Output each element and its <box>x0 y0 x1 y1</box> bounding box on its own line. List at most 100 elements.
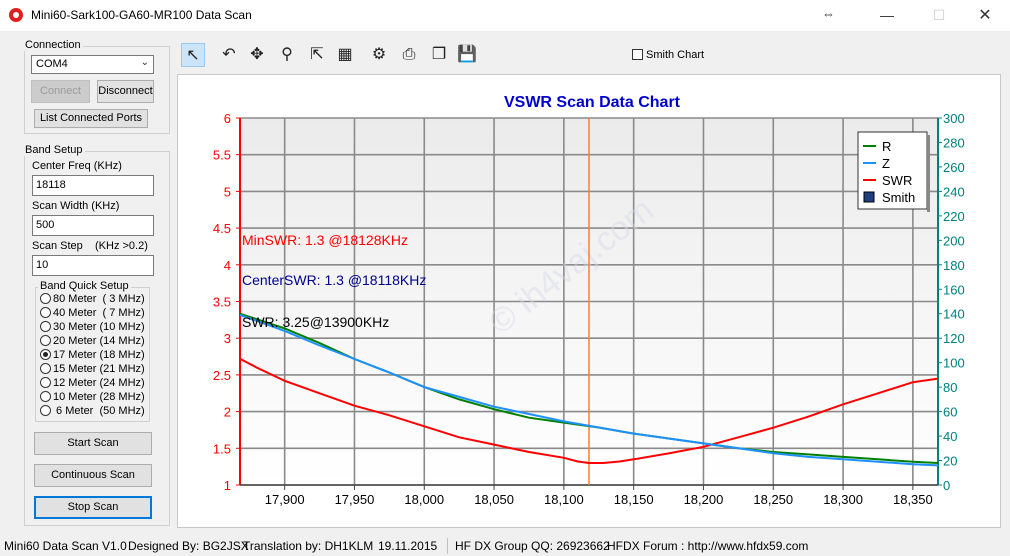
disconnect-button[interactable]: Disconnect <box>97 80 154 103</box>
radio-button-icon[interactable] <box>40 335 51 346</box>
legend-label: Smith <box>882 190 915 205</box>
band-radio[interactable]: 6 Meter (50 MHz) <box>40 405 145 419</box>
close-button[interactable]: ✕ <box>962 0 1008 31</box>
status-qq: HF DX Group QQ: 26923662 <box>455 539 610 553</box>
legend-label: SWR <box>882 173 912 188</box>
title-bar: Mini60-Sark100-GA60-MR100 Data Scan ⇔ — … <box>0 0 1010 31</box>
y-left-tick-label: 1.5 <box>213 441 231 456</box>
band-radio[interactable]: 20 Meter (14 MHz) <box>40 335 145 349</box>
connect-button[interactable]: Connect <box>31 80 90 103</box>
x-tick-label: 18,050 <box>474 492 514 507</box>
y-left-tick-label: 3 <box>224 331 231 346</box>
y-left-tick-label: 5.5 <box>213 148 231 163</box>
y-left-tick-label: 4 <box>224 258 231 273</box>
band-radio-label: 10 Meter (28 MHz) <box>53 391 145 403</box>
y-left-tick-label: 1 <box>224 478 231 493</box>
x-tick-label: 17,950 <box>335 492 375 507</box>
minimize-button[interactable]: — <box>864 0 910 31</box>
print-icon[interactable]: ⎙ <box>397 43 421 67</box>
band-radio-label: 30 Meter (10 MHz) <box>53 321 145 333</box>
annotation-text: MinSWR: 1.3 @18128KHz <box>242 232 408 248</box>
export-image-icon[interactable]: ⇱ <box>305 43 329 67</box>
y-right-tick-label: 40 <box>943 429 957 444</box>
y-right-tick-label: 260 <box>943 160 965 175</box>
band-radio[interactable]: 15 Meter (21 MHz) <box>40 363 145 377</box>
stop-scan-button[interactable]: Stop Scan <box>34 496 152 519</box>
maximize-button[interactable]: ☐ <box>916 0 962 31</box>
resize-icon[interactable]: ⇔ <box>822 6 835 21</box>
x-tick-label: 17,900 <box>265 492 305 507</box>
scan-width-label: Scan Width (KHz) <box>32 200 120 212</box>
y-right-tick-label: 180 <box>943 258 965 273</box>
list-ports-button[interactable]: List Connected Ports <box>34 109 148 128</box>
y-left-tick-label: 2 <box>224 405 231 420</box>
save-data-icon[interactable]: ▦ <box>333 43 357 67</box>
band-setup-group-label: Band Setup <box>23 144 85 156</box>
y-right-tick-label: 300 <box>943 111 965 126</box>
y-right-tick-label: 100 <box>943 356 965 371</box>
continuous-scan-button[interactable]: Continuous Scan <box>34 464 152 487</box>
save-icon[interactable]: 💾 <box>455 43 479 67</box>
zoom-icon[interactable]: ⚲ <box>275 43 299 67</box>
band-radio-label: 12 Meter (24 MHz) <box>53 377 145 389</box>
x-tick-label: 18,100 <box>544 492 584 507</box>
y-left-tick-label: 6 <box>224 111 231 126</box>
pan-icon[interactable]: ✥ <box>245 43 269 67</box>
scan-width-input[interactable]: 500 <box>32 215 154 236</box>
y-right-tick-label: 80 <box>943 380 957 395</box>
copy-icon[interactable]: ❐ <box>427 43 451 67</box>
start-scan-button[interactable]: Start Scan <box>34 432 152 455</box>
chart-panel: VSWR Scan Data Chart © ih4vaj.com 6 5.5 5 4.… <box>177 74 1001 528</box>
band-radio[interactable]: 80 Meter ( 3 MHz) <box>40 293 145 307</box>
settings-icon[interactable]: ⚙ <box>367 43 391 67</box>
annotation-text: CenterSWR: 1.3 @18118KHz <box>242 272 426 288</box>
radio-button-icon[interactable] <box>40 321 51 332</box>
legend-label: R <box>882 139 891 154</box>
port-select-value: COM4 <box>36 58 68 70</box>
x-tick-label: 18,200 <box>684 492 724 507</box>
chart-toolbar: ↖ ↶ ✥ ⚲ ⇱ ▦ ⚙ ⎙ ❐ 💾 Smith Chart <box>177 40 1001 72</box>
undo-icon[interactable]: ↶ <box>217 43 241 67</box>
y-right-tick-label: 240 <box>943 184 965 199</box>
radio-button-icon[interactable] <box>40 293 51 304</box>
status-date: 19.11.2015 <box>378 539 438 553</box>
band-radio[interactable]: 12 Meter (24 MHz) <box>40 377 145 391</box>
x-tick-label: 18,000 <box>404 492 444 507</box>
band-radio[interactable]: 40 Meter ( 7 MHz) <box>40 307 145 321</box>
y-left-tick-label: 2.5 <box>213 368 231 383</box>
checkbox-box[interactable] <box>632 49 643 60</box>
y-left-tick-label: 5 <box>224 184 231 199</box>
band-radio[interactable]: 30 Meter (10 MHz) <box>40 321 145 335</box>
y-right-tick-label: 280 <box>943 135 965 150</box>
radio-button-icon[interactable] <box>40 349 51 360</box>
radio-button-icon[interactable] <box>40 363 51 374</box>
y-left-tick-label: 4.5 <box>213 221 231 236</box>
annotation-text: SWR: 3.25@13900KHz <box>242 314 389 330</box>
scan-step-input[interactable]: 10 <box>32 255 154 276</box>
y-right-tick-label: 200 <box>943 233 965 248</box>
status-designed-by: Designed By: BG2JSX <box>128 539 249 553</box>
x-tick-label: 18,250 <box>753 492 793 507</box>
vswr-chart[interactable]: VSWR Scan Data Chart © ih4vaj.com65.554.… <box>178 75 1000 527</box>
status-separator <box>447 538 448 554</box>
pointer-icon[interactable]: ↖ <box>181 43 205 67</box>
y-right-tick-label: 220 <box>943 209 965 224</box>
status-translation: Translation by: DH1KLM <box>243 539 374 553</box>
center-freq-label: Center Freq (KHz) <box>32 160 122 172</box>
center-freq-input[interactable]: 18118 <box>32 175 154 196</box>
band-radio[interactable]: 10 Meter (28 MHz) <box>40 391 145 405</box>
x-tick-label: 18,350 <box>893 492 933 507</box>
radio-button-icon[interactable] <box>40 307 51 318</box>
status-bar: Mini60 Data Scan V1.0 Designed By: BG2JS… <box>0 536 1010 556</box>
chart-title: VSWR Scan Data Chart <box>504 94 681 111</box>
band-radio-label: 17 Meter (18 MHz) <box>53 349 145 361</box>
port-select[interactable]: COM4 ⌄ <box>31 55 154 74</box>
radio-button-icon[interactable] <box>40 377 51 388</box>
band-radio-label: 80 Meter ( 3 MHz) <box>53 293 145 305</box>
smith-chart-checkbox[interactable]: Smith Chart <box>632 49 704 61</box>
band-radio[interactable]: 17 Meter (18 MHz) <box>40 349 145 363</box>
app-icon <box>9 8 23 22</box>
chevron-down-icon: ⌄ <box>140 57 149 68</box>
radio-button-icon[interactable] <box>40 391 51 402</box>
radio-button-icon[interactable] <box>40 405 51 416</box>
